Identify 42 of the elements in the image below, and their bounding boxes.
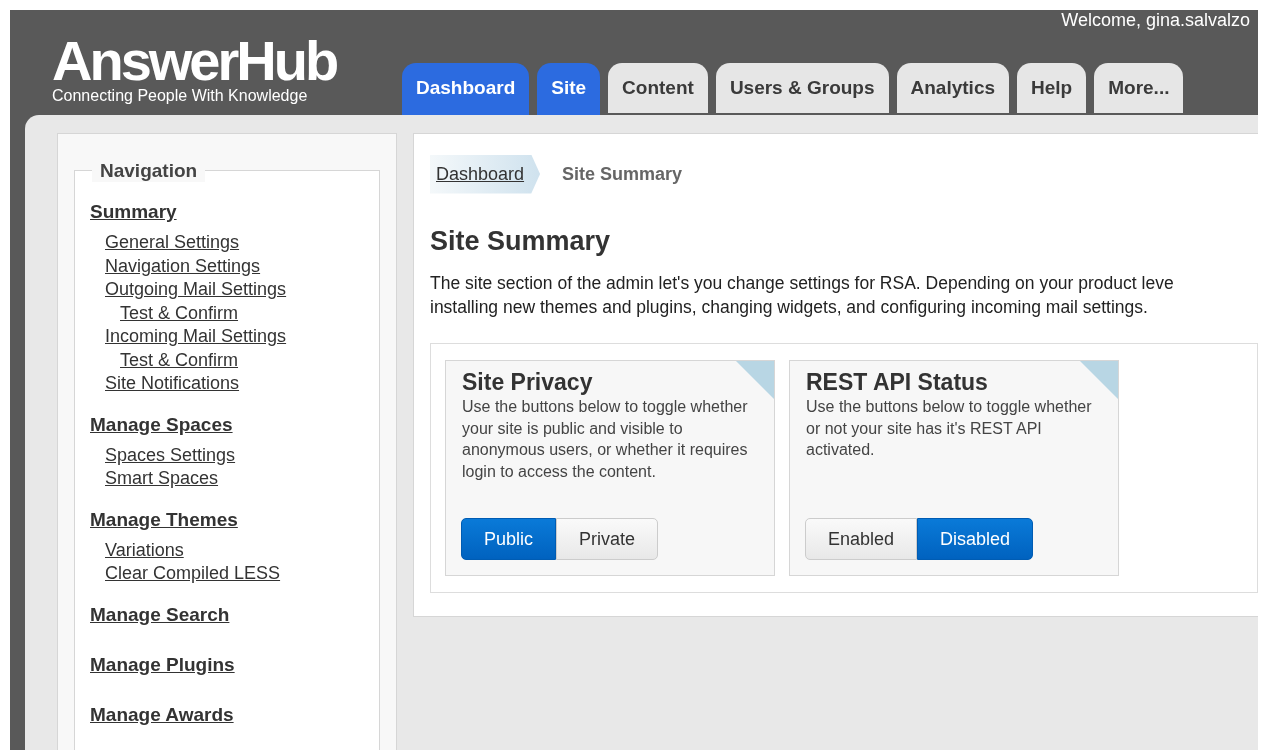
nav-link[interactable]: General Settings <box>105 231 240 255</box>
nav-section-link[interactable]: Manage Spaces <box>90 413 233 436</box>
toggle-option[interactable]: Enabled <box>805 518 918 560</box>
breadcrumb-current: Site Summary <box>562 163 683 185</box>
intro-text: The site section of the admin let's you change settings for RSA. Depending on your product leve <box>430 272 1175 295</box>
nav-section-link[interactable]: Manage Search <box>90 603 230 626</box>
nav-link[interactable]: Test & Confirm <box>120 301 239 325</box>
nav-section-link[interactable]: Manage Themes <box>90 508 238 531</box>
nav-link[interactable]: Smart Spaces <box>105 467 219 491</box>
nav-tab[interactable]: Help <box>1017 63 1087 115</box>
corner-fold-icon <box>736 361 774 399</box>
intro-text: installing new themes and plugins, changing widgets, and configuring incoming mail settings. <box>430 296 1149 319</box>
nav-link[interactable]: Variations <box>105 538 184 562</box>
nav-tab[interactable]: Content <box>608 63 708 115</box>
welcome-text: Welcome, gina.salvalzo <box>1061 10 1250 31</box>
nav-tab[interactable]: Users & Groups <box>715 63 889 115</box>
card-description: Use the buttons below to toggle whether or not your site has it's REST API activated. <box>806 397 1093 460</box>
nav-section-link[interactable]: Summary <box>90 201 177 223</box>
toggle-option[interactable]: Public <box>461 518 557 560</box>
nav-tab[interactable]: More... <box>1094 63 1184 115</box>
breadcrumb-link[interactable]: Dashboard <box>430 154 541 194</box>
page-title: Site Summary <box>430 226 612 257</box>
nav-link[interactable]: Navigation Settings <box>105 254 261 278</box>
toggle-option[interactable]: Disabled <box>917 518 1034 560</box>
corner-fold-icon <box>1080 361 1118 399</box>
card-description: Use the buttons below to toggle whether your site is public and visible to anonymous users, or whether it requires login to access the content. <box>462 397 749 482</box>
nav-tab[interactable]: Site <box>537 63 601 115</box>
nav-section-link[interactable]: Manage Plugins <box>90 653 235 676</box>
nav-link[interactable]: Site Notifications <box>105 372 240 396</box>
nav-link[interactable]: Incoming Mail Settings <box>105 325 287 349</box>
nav-link[interactable]: Test & Confirm <box>120 348 239 372</box>
nav-tab[interactable]: Dashboard <box>402 63 530 115</box>
nav-link[interactable]: Clear Compiled LESS <box>105 562 281 586</box>
card-title: Site Privacy <box>462 369 594 396</box>
nav-link[interactable]: Spaces Settings <box>105 443 236 467</box>
nav-link[interactable]: Outgoing Mail Settings <box>105 278 287 302</box>
tagline: Connecting People With Knowledge <box>52 87 308 105</box>
nav-section-link[interactable]: Manage Awards <box>90 703 234 726</box>
logo[interactable]: AnswerHub <box>52 35 337 87</box>
toggle-option[interactable]: Private <box>556 518 659 560</box>
card-title: REST API Status <box>806 369 989 396</box>
nav-tab[interactable]: Analytics <box>896 63 1009 115</box>
